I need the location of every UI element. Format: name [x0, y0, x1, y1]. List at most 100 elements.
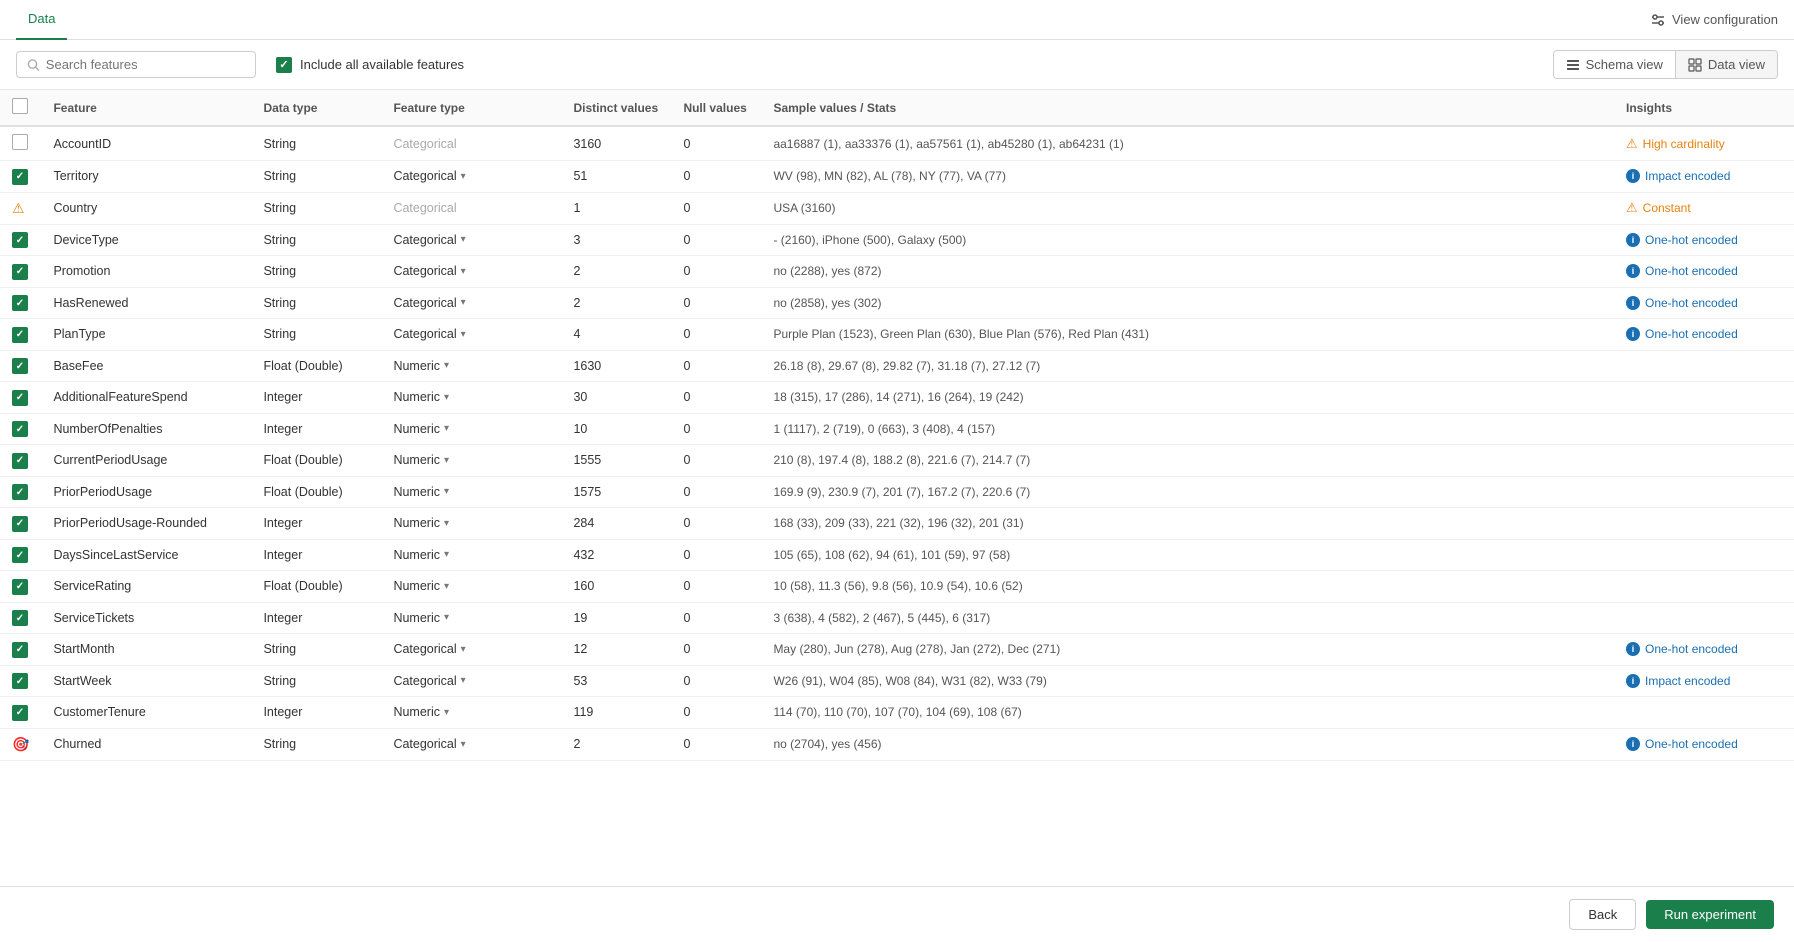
dropdown-arrow[interactable]: ▾ [444, 612, 449, 623]
cell-distinct: 1575 [561, 476, 671, 508]
cell-featuretype[interactable]: Categorical▾ [381, 256, 561, 288]
table-row: PriorPeriodUsage Float (Double) Numeric▾… [0, 476, 1794, 508]
dropdown-arrow[interactable]: ▾ [461, 266, 466, 277]
insight-label: One-hot encoded [1645, 737, 1738, 751]
cell-feature: AdditionalFeatureSpend [41, 382, 251, 414]
cell-featuretype[interactable]: Numeric▾ [381, 697, 561, 729]
cell-featuretype[interactable]: Categorical▾ [381, 728, 561, 760]
cell-datatype: Integer [251, 697, 381, 729]
schema-icon [1566, 58, 1580, 72]
row-checkbox[interactable] [12, 264, 28, 280]
dropdown-arrow[interactable]: ▾ [444, 423, 449, 434]
warn-icon: ⚠ [1626, 200, 1638, 216]
insight-badge: iOne-hot encoded [1626, 327, 1782, 341]
search-input[interactable] [46, 57, 245, 72]
cell-feature: Territory [41, 161, 251, 193]
cell-null: 0 [671, 287, 761, 319]
features-table-container: Feature Data type Feature type Distinct … [0, 90, 1794, 761]
cell-featuretype[interactable]: Numeric▾ [381, 539, 561, 571]
cell-feature: PriorPeriodUsage-Rounded [41, 508, 251, 540]
view-config-button[interactable]: View configuration [1650, 12, 1778, 28]
row-checkbox[interactable] [12, 358, 28, 374]
cell-feature: Churned [41, 728, 251, 760]
row-checkbox[interactable] [12, 295, 28, 311]
row-checkbox[interactable] [12, 642, 28, 658]
dropdown-arrow[interactable]: ▾ [444, 581, 449, 592]
cell-null: 0 [671, 445, 761, 477]
table-row: CurrentPeriodUsage Float (Double) Numeri… [0, 445, 1794, 477]
run-experiment-button[interactable]: Run experiment [1646, 900, 1774, 929]
dropdown-arrow[interactable]: ▾ [461, 234, 466, 245]
row-checkbox[interactable] [12, 327, 28, 343]
dropdown-arrow[interactable]: ▾ [461, 739, 466, 750]
search-box[interactable] [16, 51, 256, 78]
row-checkbox[interactable] [12, 421, 28, 437]
cell-featuretype[interactable]: Categorical▾ [381, 287, 561, 319]
row-checkbox[interactable] [12, 673, 28, 689]
cell-distinct: 2 [561, 728, 671, 760]
cell-featuretype[interactable]: Numeric▾ [381, 508, 561, 540]
row-checkbox[interactable] [12, 390, 28, 406]
row-checkbox[interactable] [12, 705, 28, 721]
cell-distinct: 51 [561, 161, 671, 193]
row-checkbox[interactable] [12, 579, 28, 595]
cell-featuretype[interactable]: Categorical [381, 126, 561, 161]
col-header-sample: Sample values / Stats [761, 90, 1614, 126]
dropdown-arrow[interactable]: ▾ [444, 518, 449, 529]
dropdown-arrow[interactable]: ▾ [444, 486, 449, 497]
cell-insights: ⚠High cardinality [1614, 126, 1794, 161]
insight-label: Constant [1643, 201, 1691, 215]
dropdown-arrow[interactable]: ▾ [444, 707, 449, 718]
dropdown-arrow[interactable]: ▾ [444, 455, 449, 466]
cell-featuretype[interactable]: Numeric▾ [381, 571, 561, 603]
cell-featuretype[interactable]: Numeric▾ [381, 602, 561, 634]
cell-checkbox [0, 126, 41, 161]
dropdown-arrow[interactable]: ▾ [461, 675, 466, 686]
cell-checkbox [0, 634, 41, 666]
data-tab[interactable]: Data [16, 0, 67, 40]
cell-insights [1614, 697, 1794, 729]
cell-featuretype[interactable]: Categorical▾ [381, 634, 561, 666]
schema-view-button[interactable]: Schema view [1554, 51, 1675, 78]
cell-featuretype[interactable]: Numeric▾ [381, 350, 561, 382]
cell-featuretype[interactable]: Categorical▾ [381, 224, 561, 256]
row-checkbox[interactable] [12, 134, 28, 150]
cell-datatype: String [251, 192, 381, 224]
select-all-checkbox[interactable] [12, 98, 28, 114]
include-all-checkbox[interactable] [276, 57, 292, 73]
info-icon: i [1626, 642, 1640, 656]
cell-sample: 114 (70), 110 (70), 107 (70), 104 (69), … [761, 697, 1614, 729]
back-button[interactable]: Back [1569, 899, 1636, 930]
cell-featuretype[interactable]: Numeric▾ [381, 445, 561, 477]
row-checkbox[interactable] [12, 169, 28, 185]
dropdown-arrow[interactable]: ▾ [461, 171, 466, 182]
cell-featuretype[interactable]: Numeric▾ [381, 476, 561, 508]
row-checkbox[interactable] [12, 484, 28, 500]
dropdown-arrow[interactable]: ▾ [461, 329, 466, 340]
row-checkbox[interactable] [12, 453, 28, 469]
cell-featuretype[interactable]: Categorical▾ [381, 665, 561, 697]
cell-featuretype[interactable]: Categorical▾ [381, 319, 561, 351]
dropdown-arrow[interactable]: ▾ [444, 549, 449, 560]
cell-insights: ⚠ Constant [1614, 192, 1794, 224]
dropdown-arrow[interactable]: ▾ [461, 297, 466, 308]
cell-featuretype[interactable]: Categorical▾ [381, 161, 561, 193]
info-icon: i [1626, 296, 1640, 310]
dropdown-arrow[interactable]: ▾ [444, 360, 449, 371]
cell-insights: iOne-hot encoded [1614, 287, 1794, 319]
cell-insights [1614, 445, 1794, 477]
data-view-button[interactable]: Data view [1675, 51, 1777, 78]
cell-featuretype[interactable]: Numeric▾ [381, 382, 561, 414]
cell-datatype: Integer [251, 413, 381, 445]
dropdown-arrow[interactable]: ▾ [444, 392, 449, 403]
warn-icon: ⚠ [1626, 136, 1638, 152]
row-checkbox[interactable] [12, 547, 28, 563]
insight-badge: iOne-hot encoded [1626, 264, 1782, 278]
cell-featuretype[interactable]: Numeric▾ [381, 413, 561, 445]
row-checkbox[interactable] [12, 232, 28, 248]
cell-featuretype[interactable]: Categorical [381, 192, 561, 224]
row-checkbox[interactable] [12, 610, 28, 626]
dropdown-arrow[interactable]: ▾ [461, 644, 466, 655]
row-checkbox[interactable] [12, 516, 28, 532]
cell-distinct: 2 [561, 256, 671, 288]
